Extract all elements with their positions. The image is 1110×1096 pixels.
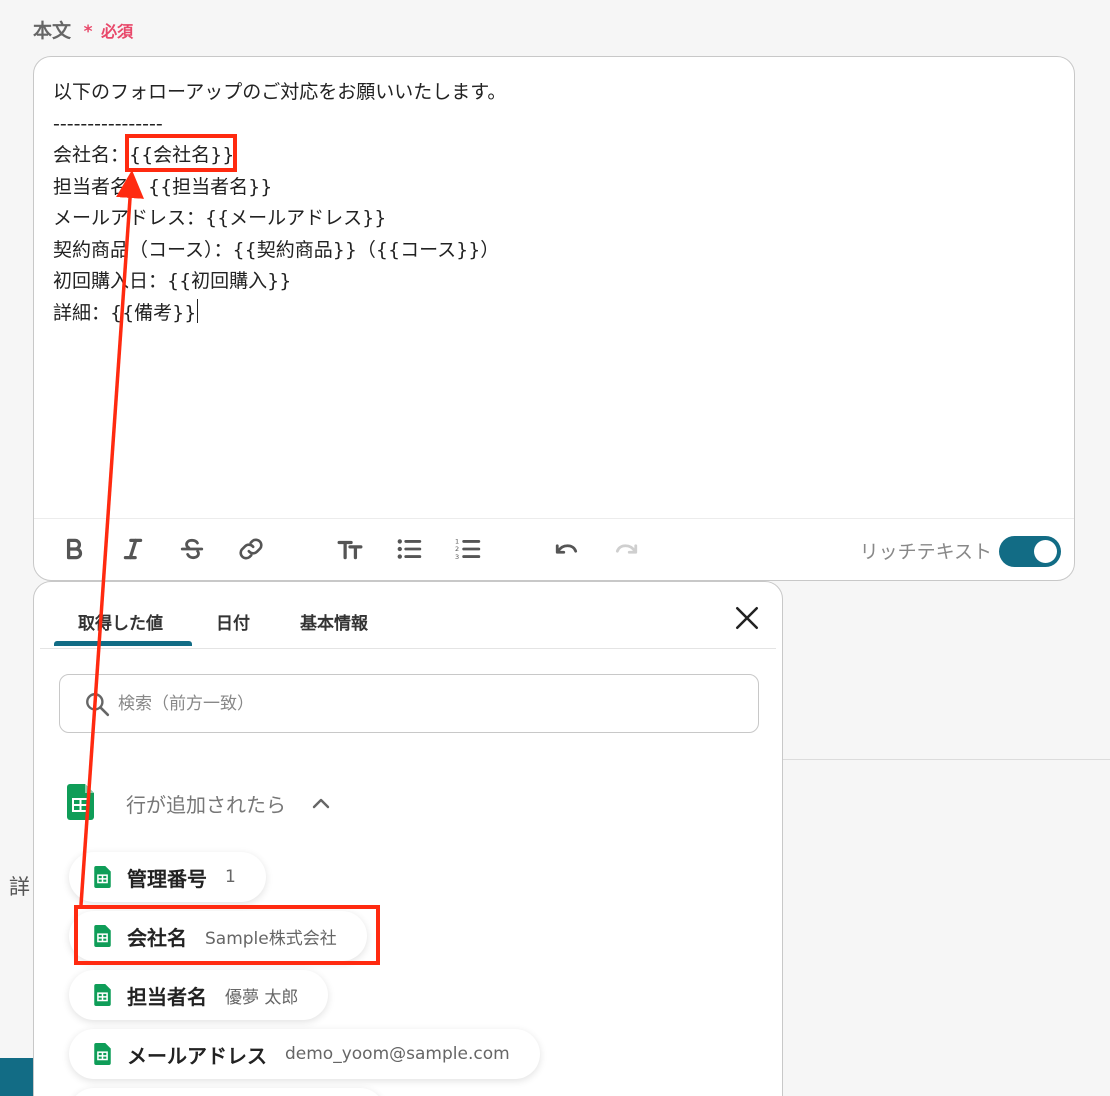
redo-icon[interactable] (611, 534, 641, 564)
search-field[interactable] (59, 674, 759, 733)
italic-icon[interactable] (118, 534, 148, 564)
google-sheets-icon (94, 1043, 111, 1065)
value-item-next[interactable] (69, 1088, 385, 1096)
link-icon[interactable] (236, 534, 266, 564)
section-divider (783, 759, 1110, 760)
item-value: Sample株式会社 (205, 928, 337, 949)
tab-divider (40, 648, 776, 649)
editor-line-5: メールアドレス：{{メールアドレス}} (53, 207, 387, 229)
background-teal-strip (0, 1058, 33, 1096)
text-size-icon[interactable] (335, 534, 365, 564)
rich-text-label: リッチテキスト (859, 541, 992, 563)
value-item-company-name[interactable]: 会社名 Sample株式会社 (69, 911, 367, 961)
strikethrough-icon[interactable] (177, 534, 207, 564)
chevron-up-icon[interactable] (312, 796, 330, 810)
editor-content[interactable]: 以下のフォローアップのご対応をお願いいたします。 ---------------… (53, 77, 1054, 329)
editor-line-8-text: 詳細：{{備考}} (53, 301, 197, 324)
editor-line-6: 契約商品（コース）：{{契約商品}}（{{コース}}） (53, 238, 500, 261)
item-value: 1 (225, 867, 236, 887)
text-caret (197, 298, 199, 323)
editor-line-3: 会社名：{{会社名}} (53, 144, 235, 166)
trigger-group-header[interactable]: 行が追加されたら (67, 784, 347, 820)
google-sheets-icon (94, 866, 111, 888)
toggle-knob (1034, 540, 1057, 563)
editor-line-7: 初回購入日：{{初回購入}} (53, 270, 292, 292)
active-tab-indicator (54, 641, 192, 646)
search-input[interactable] (118, 689, 718, 719)
item-value: 優夢 太郎 (225, 987, 299, 1008)
picker-tabs: 取得した値 日付 基本情報 (34, 582, 782, 650)
required-mark: * (83, 22, 93, 42)
item-value: demo_yoom@sample.com (285, 1044, 510, 1064)
tab-date[interactable]: 日付 (216, 609, 250, 634)
field-label-text: 本文 (33, 20, 72, 42)
editor-toolbar: 123 リッチテキスト (34, 518, 1074, 580)
editor-line-2: ---------------- (53, 112, 163, 135)
editor-line-4: 担当者名：{{担当者名}} (53, 175, 273, 198)
body-editor[interactable]: 以下のフォローアップのご対応をお願いいたします。 ---------------… (33, 56, 1075, 581)
numbered-list-icon[interactable]: 123 (453, 534, 483, 564)
item-name: メールアドレス (127, 1043, 267, 1068)
item-name: 会社名 (127, 925, 187, 950)
trigger-group-label: 行が追加されたら (126, 793, 286, 817)
field-label: 本文 * 必須 (33, 16, 133, 43)
google-sheets-icon (94, 925, 111, 947)
details-label-partial: 詳 (9, 875, 30, 899)
item-name: 担当者名 (127, 984, 207, 1009)
undo-icon[interactable] (552, 534, 582, 564)
tab-basic-info[interactable]: 基本情報 (300, 609, 368, 634)
tab-acquired-values[interactable]: 取得した値 (78, 609, 163, 634)
value-item-email[interactable]: メールアドレス demo_yoom@sample.com (69, 1029, 540, 1079)
value-item-management-number[interactable]: 管理番号 1 (69, 852, 266, 902)
rich-text-toggle[interactable] (999, 536, 1061, 567)
bullet-list-icon[interactable] (394, 534, 424, 564)
editor-line-8: 詳細：{{備考}} (53, 298, 1054, 330)
required-text: 必須 (101, 22, 134, 41)
search-icon (86, 693, 110, 717)
google-sheets-icon (67, 784, 94, 820)
bold-icon[interactable] (59, 534, 89, 564)
item-name: 管理番号 (127, 866, 207, 891)
value-item-contact-name[interactable]: 担当者名 優夢 太郎 (69, 970, 329, 1020)
variable-picker-panel: 取得した値 日付 基本情報 行が追加されたら 管理番号 1 会社名 Sample… (33, 581, 783, 1096)
svg-text:3: 3 (455, 553, 459, 561)
close-icon[interactable] (734, 605, 760, 631)
google-sheets-icon (94, 984, 111, 1006)
editor-line-1: 以下のフォローアップのご対応をお願いいたします。 (53, 81, 507, 103)
